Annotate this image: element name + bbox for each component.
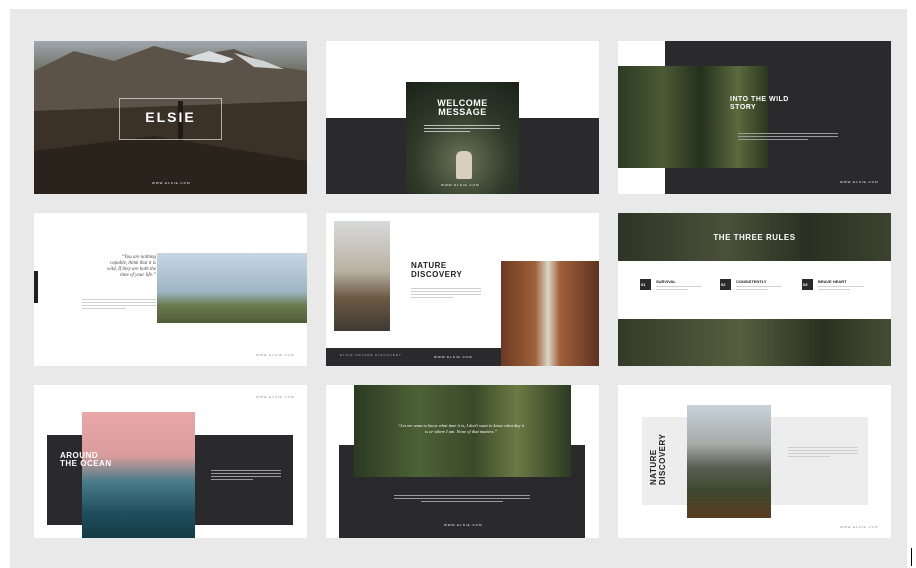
rule-number: 02	[721, 282, 726, 287]
wild-title-line2: STORY	[730, 104, 757, 111]
forest-quote-text: “Let me want to know what time it is, I …	[397, 423, 525, 434]
slide-forest-quote[interactable]: “Let me want to know what time it is, I …	[326, 385, 599, 538]
welcome-footer: WWW.ELSIE.COM	[441, 183, 480, 187]
slide-quote[interactable]: “You are nothing capable, think that it …	[34, 213, 307, 366]
forest-bottom-photo	[618, 319, 891, 366]
hiker-photo	[334, 221, 390, 331]
rule-desc	[736, 286, 782, 292]
left-accent-bar	[34, 271, 38, 303]
rule-desc	[818, 286, 864, 292]
quote-body-text	[82, 299, 156, 311]
nature-title: NATURE DISCOVERY	[411, 261, 462, 279]
cover-footer: WWW.ELSIE.COM	[152, 181, 191, 185]
cabin-title-line1: NATURE	[649, 449, 658, 485]
cabin-title-line2: DISCOVERY	[658, 433, 667, 485]
slide-around-the-ocean[interactable]: AROUND THE OCEAN WWW.ELSIE.COM	[34, 385, 307, 538]
forest-photo	[618, 66, 768, 168]
cabin-footer: WWW.ELSIE.COM	[840, 525, 879, 529]
nature-footer: WWW.ELSIE.COM	[434, 355, 473, 359]
nature-title-line2: DISCOVERY	[411, 270, 463, 279]
forest-body-text	[394, 495, 530, 504]
person-figure	[456, 151, 472, 179]
nature-caption: ELSIE NATURE DISCOVERY	[340, 353, 402, 357]
ocean-title-line2: THE OCEAN	[60, 459, 112, 468]
welcome-title-line2: MESSAGE	[438, 107, 487, 117]
slide-three-rules[interactable]: THE THREE RULES 01 SURVIVAL 02 CONSISTEN…	[618, 213, 891, 366]
nature-title-line1: NATURE	[411, 261, 447, 270]
text-cursor	[911, 548, 912, 566]
cabin-body-text	[788, 447, 858, 459]
rule-number: 01	[641, 282, 646, 287]
wild-body-text	[738, 133, 838, 142]
nature-body-text	[411, 288, 481, 300]
rule-label: SURVIVAL	[656, 279, 676, 284]
quote-text: “You are nothing capable, think that it …	[107, 255, 156, 278]
welcome-body-text	[424, 125, 500, 134]
slide-nature-discovery[interactable]: NATURE DISCOVERY ELSIE NATURE DISCOVERY …	[326, 213, 599, 366]
rule-label: CONSISTENTLY	[736, 279, 767, 284]
cabin-photo	[687, 405, 771, 518]
slide-cover[interactable]: ELSIE WWW.ELSIE.COM	[34, 41, 307, 194]
template-preview-canvas: ELSIE WWW.ELSIE.COM WELCOME MESSAGE WWW.…	[10, 9, 907, 568]
waterfall-photo	[501, 261, 599, 366]
wild-title-line1: INTO THE WILD	[730, 96, 789, 103]
ocean-title: AROUND THE OCEAN	[60, 452, 112, 468]
cover-title: ELSIE	[145, 109, 196, 125]
rule-desc	[656, 286, 702, 292]
slide-welcome[interactable]: WELCOME MESSAGE WWW.ELSIE.COM	[326, 41, 599, 194]
slide-into-the-wild[interactable]: INTO THE WILD STORY WWW.ELSIE.COM	[618, 41, 891, 194]
slide-nature-discovery-cabin[interactable]: NATURE DISCOVERY WWW.ELSIE.COM	[618, 385, 891, 538]
ocean-body-text	[211, 470, 281, 482]
rule-number: 03	[803, 282, 808, 287]
quote-footer: WWW.ELSIE.COM	[256, 353, 295, 357]
rules-title: THE THREE RULES	[713, 233, 796, 242]
wild-footer: WWW.ELSIE.COM	[840, 180, 879, 184]
ocean-footer: WWW.ELSIE.COM	[256, 395, 295, 399]
landscape-photo	[157, 253, 307, 323]
welcome-title: WELCOME MESSAGE	[406, 99, 519, 117]
ocean-photo	[82, 412, 195, 538]
cabin-title: NATURE DISCOVERY	[649, 434, 667, 485]
wild-title: INTO THE WILD STORY	[730, 96, 789, 112]
rule-label: BRAVE HEART	[818, 279, 847, 284]
forest-footer: WWW.ELSIE.COM	[444, 523, 483, 527]
